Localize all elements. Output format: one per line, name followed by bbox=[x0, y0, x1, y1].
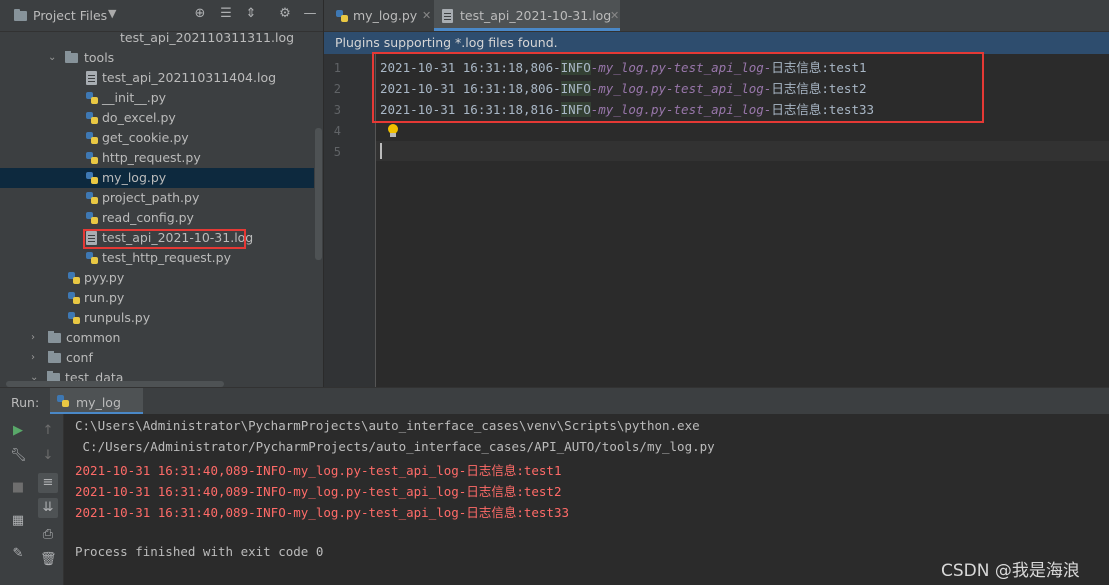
tree-item-label: test_http_request.py bbox=[102, 250, 231, 265]
tree-item-label: common bbox=[66, 330, 121, 345]
tree-item-label: pyy.py bbox=[84, 270, 125, 285]
console-line: 2021-10-31 16:31:40,089-INFO-my_log.py-t… bbox=[75, 484, 562, 499]
project-view-selector[interactable]: Project Files bbox=[33, 8, 107, 23]
folder-icon bbox=[14, 9, 27, 21]
run-label: Run: bbox=[11, 395, 40, 410]
close-icon[interactable]: ✕ bbox=[610, 0, 619, 31]
line-number: 2 bbox=[333, 82, 341, 96]
python-file-icon bbox=[336, 10, 348, 22]
watermark: CSDN @我是海浪 bbox=[941, 561, 1080, 581]
folder-icon bbox=[48, 351, 61, 363]
chevron-right-icon[interactable]: › bbox=[31, 348, 35, 368]
tree-item-common[interactable]: › common bbox=[0, 328, 314, 348]
tree-item-run-py[interactable]: run.py bbox=[0, 288, 314, 308]
tree-item-label: my_log.py bbox=[102, 170, 167, 185]
gear-icon[interactable]: ⚙ bbox=[277, 6, 293, 22]
tab-label: my_log.py bbox=[353, 8, 418, 23]
close-icon[interactable]: ✕ bbox=[422, 0, 431, 31]
minimize-icon[interactable]: — bbox=[302, 6, 318, 22]
python-file-icon bbox=[68, 312, 80, 324]
tree-item-conf[interactable]: › conf bbox=[0, 348, 314, 368]
folder-icon bbox=[48, 331, 61, 343]
tab-my-log-py[interactable]: my_log.py ✕ bbox=[330, 0, 431, 31]
line-number: 5 bbox=[333, 145, 341, 159]
python-file-icon bbox=[86, 212, 98, 224]
console-line: 2021-10-31 16:31:40,089-INFO-my_log.py-t… bbox=[75, 463, 562, 478]
console-line: 2021-10-31 16:31:40,089-INFO-my_log.py-t… bbox=[75, 505, 570, 520]
python-file-icon bbox=[68, 272, 80, 284]
stop-icon[interactable]: ■ bbox=[10, 480, 26, 496]
console-line: C:\Users\Administrator\PycharmProjects\a… bbox=[75, 418, 700, 433]
log-file-highlight-box bbox=[83, 229, 246, 249]
tree-item-my-log-py[interactable]: my_log.py bbox=[0, 168, 314, 188]
python-file-icon bbox=[86, 192, 98, 204]
tree-item-project-path-py[interactable]: project_path.py bbox=[0, 188, 314, 208]
bulb-icon[interactable] bbox=[387, 124, 399, 138]
scroll-to-end-icon[interactable]: ⇊ bbox=[38, 498, 58, 518]
plugin-notice-text: Plugins supporting *.log files found. bbox=[335, 35, 558, 50]
soft-wrap-icon[interactable]: ≡ bbox=[38, 473, 58, 493]
tree-item-label: run.py bbox=[84, 290, 125, 305]
run-icon[interactable]: ▶ bbox=[10, 423, 26, 439]
python-file-icon bbox=[57, 395, 69, 407]
collapse-all-icon[interactable]: ☰ bbox=[218, 6, 234, 22]
tree-item-label: test_api_202110311311.log bbox=[120, 30, 295, 45]
line-number: 4 bbox=[333, 124, 341, 138]
chevron-right-icon[interactable]: › bbox=[31, 328, 35, 348]
run-tab-my-log[interactable]: my_log bbox=[50, 388, 143, 415]
python-file-icon bbox=[68, 292, 80, 304]
tree-item-test-api-202110311311-log[interactable]: test_api_202110311311.log bbox=[0, 28, 314, 48]
wrench-icon[interactable]: 🔧︎ bbox=[10, 448, 27, 464]
layout-icon[interactable]: ▦ bbox=[10, 513, 26, 529]
tree-item-pyy-py[interactable]: pyy.py bbox=[0, 268, 314, 288]
run-toolbar-secondary: ↑ ↓ ≡ ⇊ ⎙ 🗑︎ bbox=[33, 414, 64, 585]
tree-item-test-http-request-py[interactable]: test_http_request.py bbox=[0, 248, 314, 268]
current-line-highlight bbox=[376, 141, 1109, 161]
console-line: C:/Users/Administrator/PycharmProjects/a… bbox=[75, 439, 715, 454]
print-icon[interactable]: ⎙ bbox=[40, 527, 56, 543]
plugin-notice-banner: Plugins supporting *.log files found. bbox=[324, 32, 1109, 54]
log-file-icon bbox=[442, 9, 453, 23]
line-number: 3 bbox=[333, 103, 341, 117]
tab-label: test_api_2021-10-31.log bbox=[460, 8, 612, 23]
python-file-icon bbox=[86, 172, 98, 184]
log-lines-highlight-box bbox=[372, 52, 984, 123]
line-number: 1 bbox=[333, 61, 341, 75]
run-tab-label: my_log bbox=[76, 395, 121, 410]
tree-item-runpuls-py[interactable]: runpuls.py bbox=[0, 308, 314, 328]
tree-item-label: read_config.py bbox=[102, 210, 194, 225]
expand-all-icon[interactable]: ⇕ bbox=[243, 6, 259, 22]
tree-item-read-config-py[interactable]: read_config.py bbox=[0, 208, 314, 228]
chevron-down-icon[interactable]: ▼ bbox=[108, 7, 116, 20]
arrow-up-icon[interactable]: ↑ bbox=[40, 423, 56, 439]
locate-icon[interactable]: ⊕ bbox=[192, 6, 208, 22]
text-caret bbox=[380, 143, 382, 159]
run-toolbar-primary: ▶ 🔧︎ ■ ▦ ✎ bbox=[0, 414, 33, 585]
arrow-down-icon[interactable]: ↓ bbox=[40, 448, 56, 464]
tab-test-api-2021-10-31-log[interactable]: test_api_2021-10-31.log ✕ bbox=[434, 0, 620, 31]
pin-icon[interactable]: ✎ bbox=[10, 546, 26, 562]
trash-icon[interactable]: 🗑︎ bbox=[40, 552, 57, 568]
run-panel-header: Run: my_log bbox=[0, 387, 1109, 415]
python-file-icon bbox=[86, 252, 98, 264]
tree-item-label: project_path.py bbox=[102, 190, 200, 205]
tree-item-label: runpuls.py bbox=[84, 310, 151, 325]
console-line: Process finished with exit code 0 bbox=[75, 544, 324, 559]
editor-tab-bar: my_log.py ✕ test_api_2021-10-31.log ✕ bbox=[324, 0, 1109, 32]
tree-item-label: conf bbox=[66, 350, 93, 365]
